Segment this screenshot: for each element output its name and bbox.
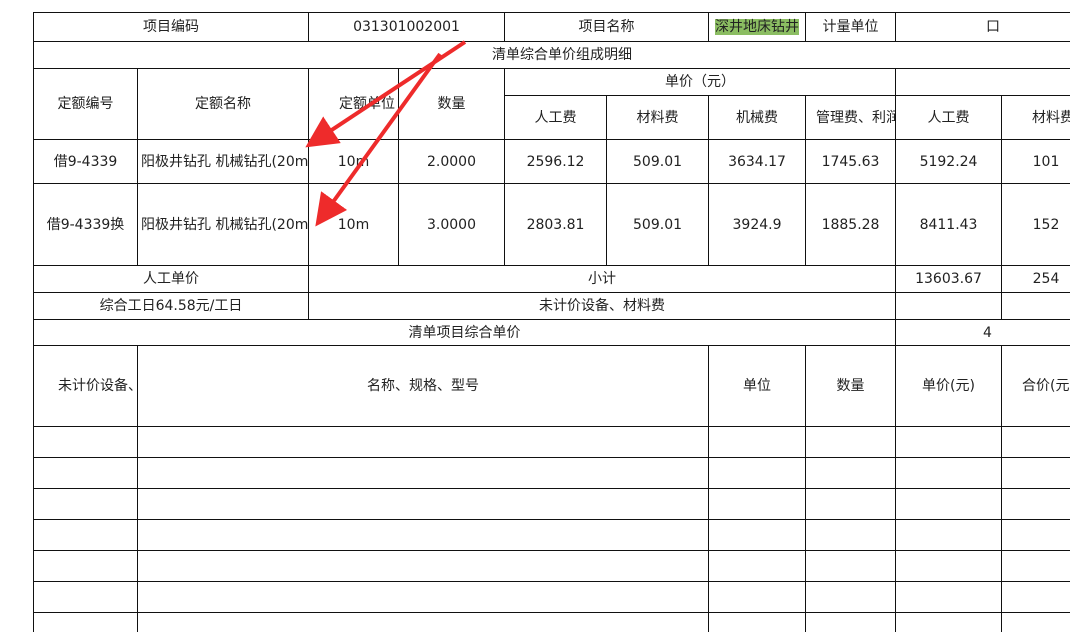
section-title-row: 清单综合单价组成明细 xyxy=(32,41,1070,69)
row-quota-no[interactable]: 借9-4339 xyxy=(33,139,138,184)
composite-label: 清单项目综合单价 xyxy=(32,319,897,346)
material-name-spec: 名称、规格、型号 xyxy=(136,345,710,427)
row-machine[interactable]: 3634.17 xyxy=(708,139,807,184)
empty-row[interactable] xyxy=(33,612,1070,632)
col-total-price-group xyxy=(895,68,1070,96)
row-material[interactable]: 509.01 xyxy=(606,183,710,266)
row-unit[interactable]: 10m xyxy=(308,139,399,184)
col-unit-price-group: 单价（元） xyxy=(504,68,897,96)
empty-row[interactable] xyxy=(33,488,1070,520)
unpriced-material[interactable] xyxy=(1001,292,1070,320)
material-unit: 单位 xyxy=(708,345,807,427)
row-labor[interactable]: 2596.12 xyxy=(504,139,608,184)
composite-value[interactable]: 4 xyxy=(895,319,1070,346)
column-header-row-1: 定额编号 定额名称 定额单位 数量 单价（元） xyxy=(33,68,1070,140)
empty-row[interactable] xyxy=(33,457,1070,489)
col-machine: 机械费 xyxy=(708,95,807,140)
row-labor-total[interactable]: 8411.43 xyxy=(895,183,1003,266)
col-labor-total: 人工费 xyxy=(895,95,1003,140)
subtotal-material[interactable]: 254 xyxy=(1001,265,1070,293)
row-mgmt[interactable]: 1885.28 xyxy=(805,183,897,266)
material-total-price: 合价(元 xyxy=(1001,345,1070,427)
project-code-label: 项目编码 xyxy=(33,12,309,42)
row-material[interactable]: 509.01 xyxy=(606,139,710,184)
table-row[interactable]: 借9-4339 阳极井钻孔 机械钻孔(20m以内) 砂砾 10m 2.0000 … xyxy=(33,139,1070,184)
highlighted-name: 深井地床钻井 xyxy=(715,19,800,35)
row-quota-name[interactable]: 阳极井钻孔 机械钻孔(20m以内) 砂砾 xyxy=(137,139,309,184)
row-qty[interactable]: 3.0000 xyxy=(397,183,506,266)
row-quota-name[interactable]: 阳极井钻孔 机械钻孔(20m以外) 砂砾 机械钻孔超过20m，超出段 人工*1.… xyxy=(137,183,309,266)
col-quantity: 数量 xyxy=(397,68,506,140)
row-material-total[interactable]: 152 xyxy=(1001,183,1070,266)
unit-label: 计量单位 xyxy=(805,12,897,42)
material-detail-side-label: 未计价设备、材料明细表 xyxy=(33,345,138,427)
unpriced-label: 未计价设备、材料费 xyxy=(307,292,897,320)
labor-price-label: 人工单价 xyxy=(33,265,309,293)
unpriced-row: 综合工日64.58元/工日 未计价设备、材料费 xyxy=(33,292,1070,320)
material-detail-header: 未计价设备、材料明细表 名称、规格、型号 单位 数量 单价(元) 合价(元 xyxy=(33,345,1070,427)
subtotal-labor[interactable]: 13603.67 xyxy=(895,265,1003,293)
col-quota-no: 定额编号 xyxy=(33,68,138,140)
col-mgmt-profit: 管理费、利润 xyxy=(805,95,897,140)
subtotal-row: 人工单价 小计 13603.67 254 xyxy=(33,265,1070,293)
row-labor[interactable]: 2803.81 xyxy=(504,183,608,266)
project-name-value[interactable]: 深井地床钻井 xyxy=(708,12,807,42)
row-machine[interactable]: 3924.9 xyxy=(708,183,807,266)
unpriced-labor[interactable] xyxy=(895,292,1003,320)
project-name-label: 项目名称 xyxy=(504,12,710,42)
material-qty: 数量 xyxy=(805,345,897,427)
row-labor-total[interactable]: 5192.24 xyxy=(895,139,1003,184)
subtotal-label: 小计 xyxy=(307,265,897,293)
empty-row[interactable] xyxy=(33,519,1070,551)
empty-row[interactable] xyxy=(33,426,1070,458)
col-labor: 人工费 xyxy=(504,95,608,140)
col-quota-unit: 定额单位 xyxy=(308,68,399,140)
row-mgmt[interactable]: 1745.63 xyxy=(805,139,897,184)
empty-row[interactable] xyxy=(33,550,1070,582)
header-row: 项目编码 031301002001 项目名称 深井地床钻井 计量单位 口 xyxy=(33,12,1070,42)
labor-day-text: 综合工日64.58元/工日 xyxy=(33,292,309,320)
table-row[interactable]: 借9-4339换 阳极井钻孔 机械钻孔(20m以外) 砂砾 机械钻孔超过20m，… xyxy=(33,183,1070,266)
spreadsheet-view: 项目编码 031301002001 项目名称 深井地床钻井 计量单位 口 清单综… xyxy=(0,0,1070,632)
material-unit-price: 单价(元) xyxy=(895,345,1003,427)
row-material-total[interactable]: 101 xyxy=(1001,139,1070,184)
empty-row[interactable] xyxy=(33,581,1070,613)
composite-row: 清单项目综合单价 4 xyxy=(32,319,1070,346)
col-quota-name: 定额名称 xyxy=(137,68,309,140)
project-code-value[interactable]: 031301002001 xyxy=(307,12,506,42)
unit-price-analysis-table: 项目编码 031301002001 项目名称 深井地床钻井 计量单位 口 清单综… xyxy=(32,12,1070,632)
col-material: 材料费 xyxy=(606,95,710,140)
section-title: 清单综合单价组成明细 xyxy=(32,41,1070,69)
col-material-total: 材料费 xyxy=(1001,95,1070,140)
row-qty[interactable]: 2.0000 xyxy=(397,139,506,184)
row-unit[interactable]: 10m xyxy=(308,183,399,266)
row-quota-no[interactable]: 借9-4339换 xyxy=(33,183,138,266)
unit-value[interactable]: 口 xyxy=(895,12,1070,42)
